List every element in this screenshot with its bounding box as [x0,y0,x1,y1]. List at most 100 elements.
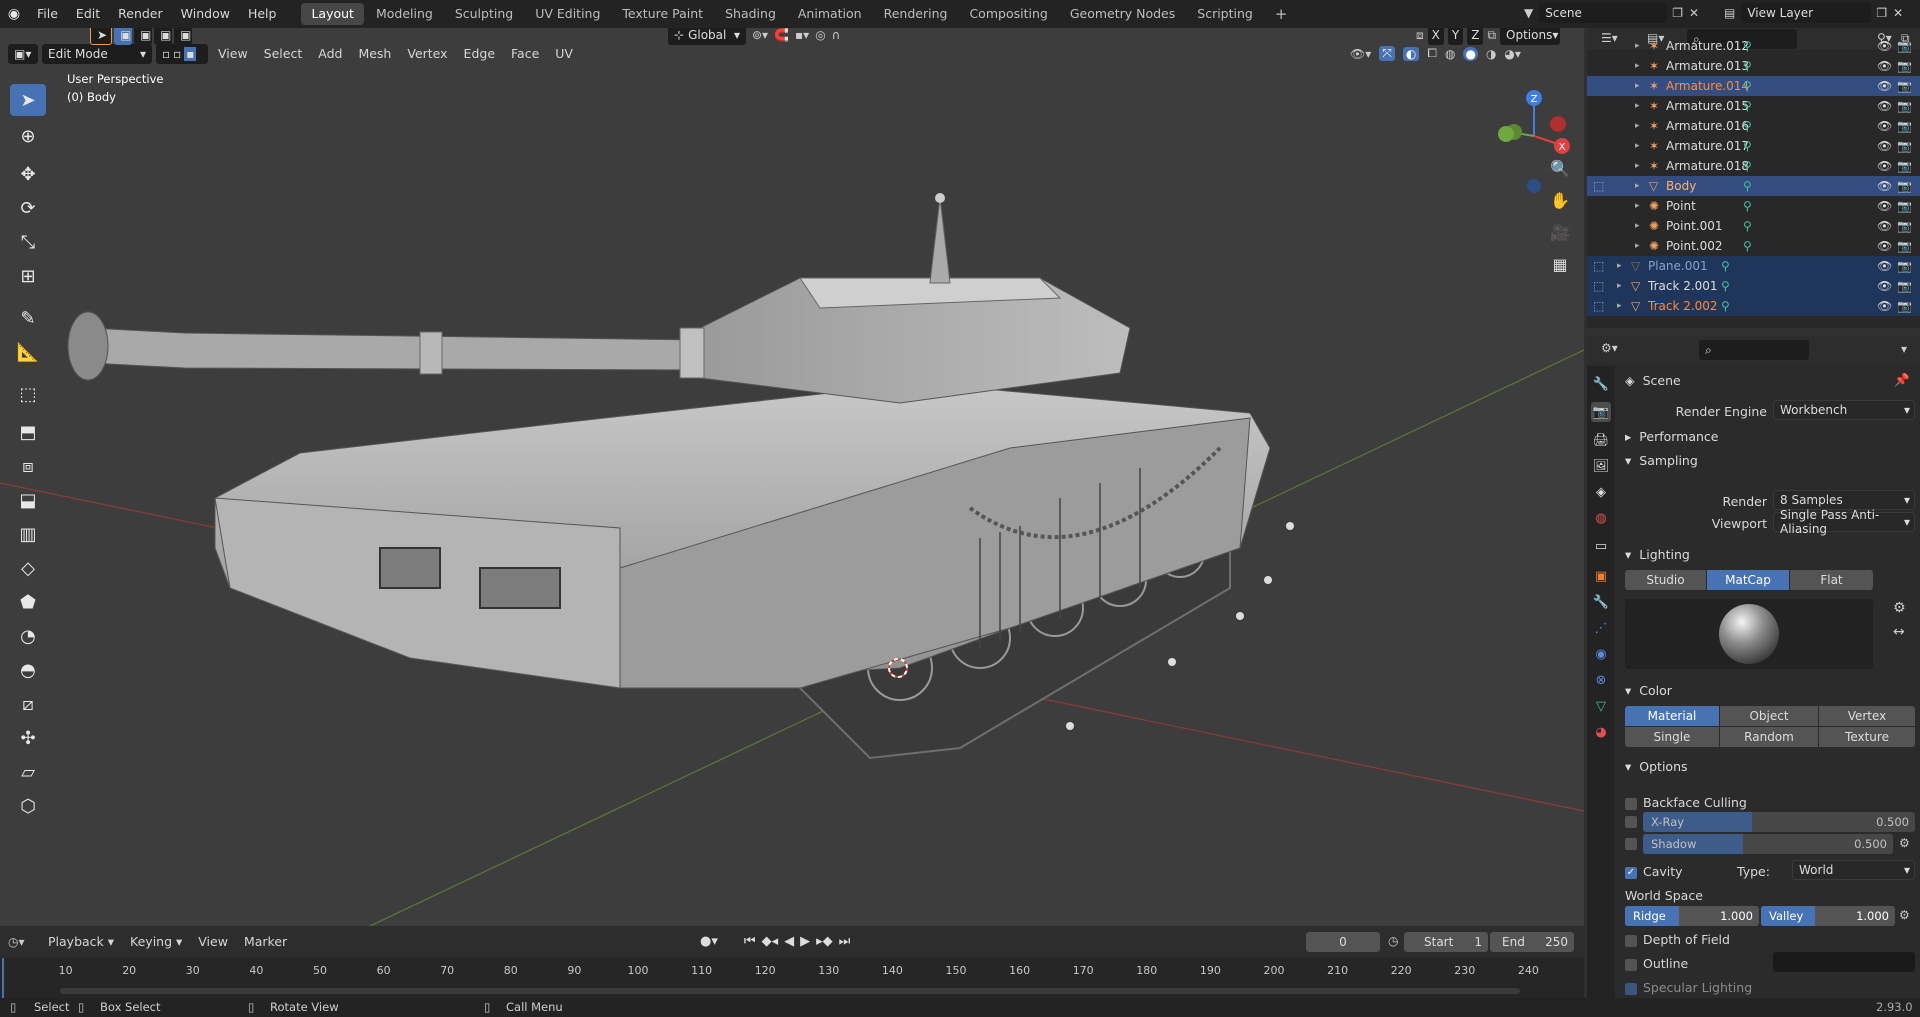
add-workspace-icon[interactable]: + [1265,3,1298,25]
tab-rendering[interactable]: Rendering [874,3,958,25]
color-random-button[interactable]: Random [1720,727,1818,747]
shadow-checkbox[interactable] [1625,838,1637,850]
3d-viewport[interactable]: ▣▾ Edit Mode ▾ ▫ ▫ ▪ View Select Add Mesh V… [0,28,1584,926]
jump-start-icon[interactable]: ⏮ [744,934,756,949]
blender-logo-icon[interactable]: ◉ [0,6,28,22]
mirror-x-toggle[interactable]: X [1427,28,1444,45]
rip-tool-icon[interactable]: ⬡ [10,790,46,822]
perspective-toggle-icon[interactable]: ▦ [1546,250,1574,278]
edit-mode-icon[interactable]: ⬚ [1593,299,1604,313]
visibility-eye-icon[interactable]: 👁 [1877,159,1892,173]
options-panel-header[interactable]: ▾ Options [1615,754,1920,778]
specular-lighting-checkbox[interactable]: Specular Lighting [1625,980,1915,995]
data-tab-icon[interactable]: ▽ [1591,696,1611,716]
options-dropdown[interactable]: Options ▾ [1500,28,1561,45]
depth-of-field-checkbox[interactable]: Depth of Field [1625,932,1915,947]
color-single-button[interactable]: Single [1625,727,1719,747]
color-object-button[interactable]: Object [1720,706,1818,726]
viewport-menu-uv[interactable]: UV [549,44,579,64]
rotate-tool-icon[interactable]: ⟳ [10,192,46,224]
outliner-row[interactable]: ▸ ▽ Track 2.002 ⚲ 👁 📷 ⬚ [1587,296,1920,316]
current-frame-field[interactable]: 0 [1306,932,1380,952]
edit-mode-icon[interactable]: ⬚ [1593,259,1604,273]
view-layer-selector[interactable]: View Layer [1741,3,1872,23]
matcap-preview[interactable] [1625,599,1873,669]
color-texture-button[interactable]: Texture [1819,727,1915,747]
frame-ruler[interactable]: 10 20 30 40 50 60 70 80 90 100 110 120 130 140 150 160 1… [0,958,1584,998]
outline-checkbox[interactable]: Outline [1625,956,1745,971]
viewport-menu-face[interactable]: Face [505,44,545,64]
modifier-tab-icon[interactable]: 🔧 [1591,592,1611,612]
outline-color-swatch[interactable] [1773,952,1915,972]
shading-solid-icon[interactable]: ● [1463,46,1478,61]
outliner-row[interactable]: ▸ ✺ Point ⚲ 👁 📷 [1587,196,1920,216]
physics-tab-icon[interactable]: ◉ [1591,644,1611,664]
scale-tool-icon[interactable]: ⤡ [10,226,46,258]
visibility-icon[interactable]: 👁▾ [1350,47,1371,61]
render-camera-icon[interactable]: 📷 [1897,119,1912,133]
end-frame-field[interactable]: End 250 [1490,932,1574,952]
material-tab-icon[interactable]: ◕ [1591,722,1611,742]
backface-culling-checkbox[interactable]: Backface Culling [1625,795,1915,810]
transform-orientation-dropdown[interactable]: ⊹ Global ▾ [668,28,746,45]
timeline-menu-view[interactable]: View [192,932,234,952]
menu-edit[interactable]: Edit [67,0,109,28]
render-camera-icon[interactable]: 📷 [1897,299,1912,313]
measure-tool-icon[interactable]: 📐 [10,336,46,368]
render-samples-dropdown[interactable]: 8 Samples ▾ [1773,490,1915,510]
render-camera-icon[interactable]: 📷 [1897,59,1912,73]
expand-arrow-icon[interactable]: ▸ [1635,201,1640,211]
tab-layout[interactable]: Layout [301,3,364,25]
editor-type-dropdown[interactable]: ▣▾ [8,44,38,64]
outliner-row[interactable]: ▸ ✶ Armature.012 ⚲ 👁 📷 [1587,36,1920,56]
timeline-editor-type-icon[interactable]: ◷▾ [8,935,38,949]
outliner-row[interactable]: ▸ ▽ Body ⚲ 👁 📷 ⬚ [1587,176,1920,196]
smooth-tool-icon[interactable]: ◓ [10,654,46,686]
lighting-studio-button[interactable]: Studio [1625,570,1706,590]
view-layer-tab-icon[interactable]: 🖼 [1591,456,1611,476]
camera-view-icon[interactable]: 🎥 [1546,218,1574,246]
outliner-row[interactable]: ▸ ✶ Armature.018 ⚲ 👁 📷 [1587,156,1920,176]
shading-rendered-icon[interactable]: ◕▾ [1504,47,1521,61]
render-camera-icon[interactable]: 📷 [1897,219,1912,233]
timeline-scrollbar[interactable] [60,988,1520,994]
render-camera-icon[interactable]: 📷 [1897,239,1912,253]
expand-arrow-icon[interactable]: ▸ [1635,61,1640,71]
gizmo-toggle-icon[interactable]: ⤧ [1379,46,1395,61]
edge-slide-tool-icon[interactable]: ⧄ [10,688,46,720]
viewport-menu-view[interactable]: View [212,44,254,64]
menu-help[interactable]: Help [239,0,286,28]
visibility-eye-icon[interactable]: 👁 [1877,299,1892,313]
props-options-icon[interactable]: ▾ [1901,342,1907,356]
visibility-eye-icon[interactable]: 👁 [1877,79,1892,93]
bevel-tool-icon[interactable]: ⬓ [10,484,46,516]
outliner-row[interactable]: ▸ ✶ Armature.015 ⚲ 👁 📷 [1587,96,1920,116]
face-select-icon[interactable]: ▪ [184,47,197,61]
shrink-tool-icon[interactable]: ✣ [10,722,46,754]
expand-arrow-icon[interactable]: ▸ [1635,121,1640,131]
visibility-eye-icon[interactable]: 👁 [1877,139,1892,153]
select-subtract-icon[interactable]: ▣ [154,28,172,45]
constraints-tab-icon[interactable]: ⊗ [1591,670,1611,690]
visibility-eye-icon[interactable]: 👁 [1877,119,1892,133]
expand-arrow-icon[interactable]: ▸ [1635,221,1640,231]
expand-arrow-icon[interactable]: ▸ [1635,181,1640,191]
expand-arrow-icon[interactable]: ▸ [1635,101,1640,111]
move-tool-icon[interactable]: ✥ [10,158,46,190]
viewport-menu-select[interactable]: Select [258,44,309,64]
render-camera-icon[interactable]: 📷 [1897,39,1912,53]
tool-tab-icon[interactable]: 🔧 [1591,374,1611,394]
loop-cut-tool-icon[interactable]: ▥ [10,518,46,550]
viewport-menu-add[interactable]: Add [312,44,348,64]
outliner-row[interactable]: ▸ ✶ Armature.013 ⚲ 👁 📷 [1587,56,1920,76]
prev-keyframe-icon[interactable]: ◆◂ [762,934,779,949]
world-tab-icon[interactable]: ◍ [1591,508,1611,528]
pan-hand-icon[interactable]: ✋ [1546,186,1574,214]
expand-arrow-icon[interactable]: ▸ [1635,161,1640,171]
outliner-row[interactable]: ▸ ✶ Armature.017 ⚲ 👁 📷 [1587,136,1920,156]
copy-scene-icon[interactable]: ❐ [1672,6,1683,20]
edit-mode-icon[interactable]: ⬚ [1593,279,1604,293]
tab-texture-paint[interactable]: Texture Paint [612,3,713,25]
xray-checkbox[interactable] [1625,816,1637,828]
select-intersect-icon[interactable]: ▣ [174,28,192,45]
